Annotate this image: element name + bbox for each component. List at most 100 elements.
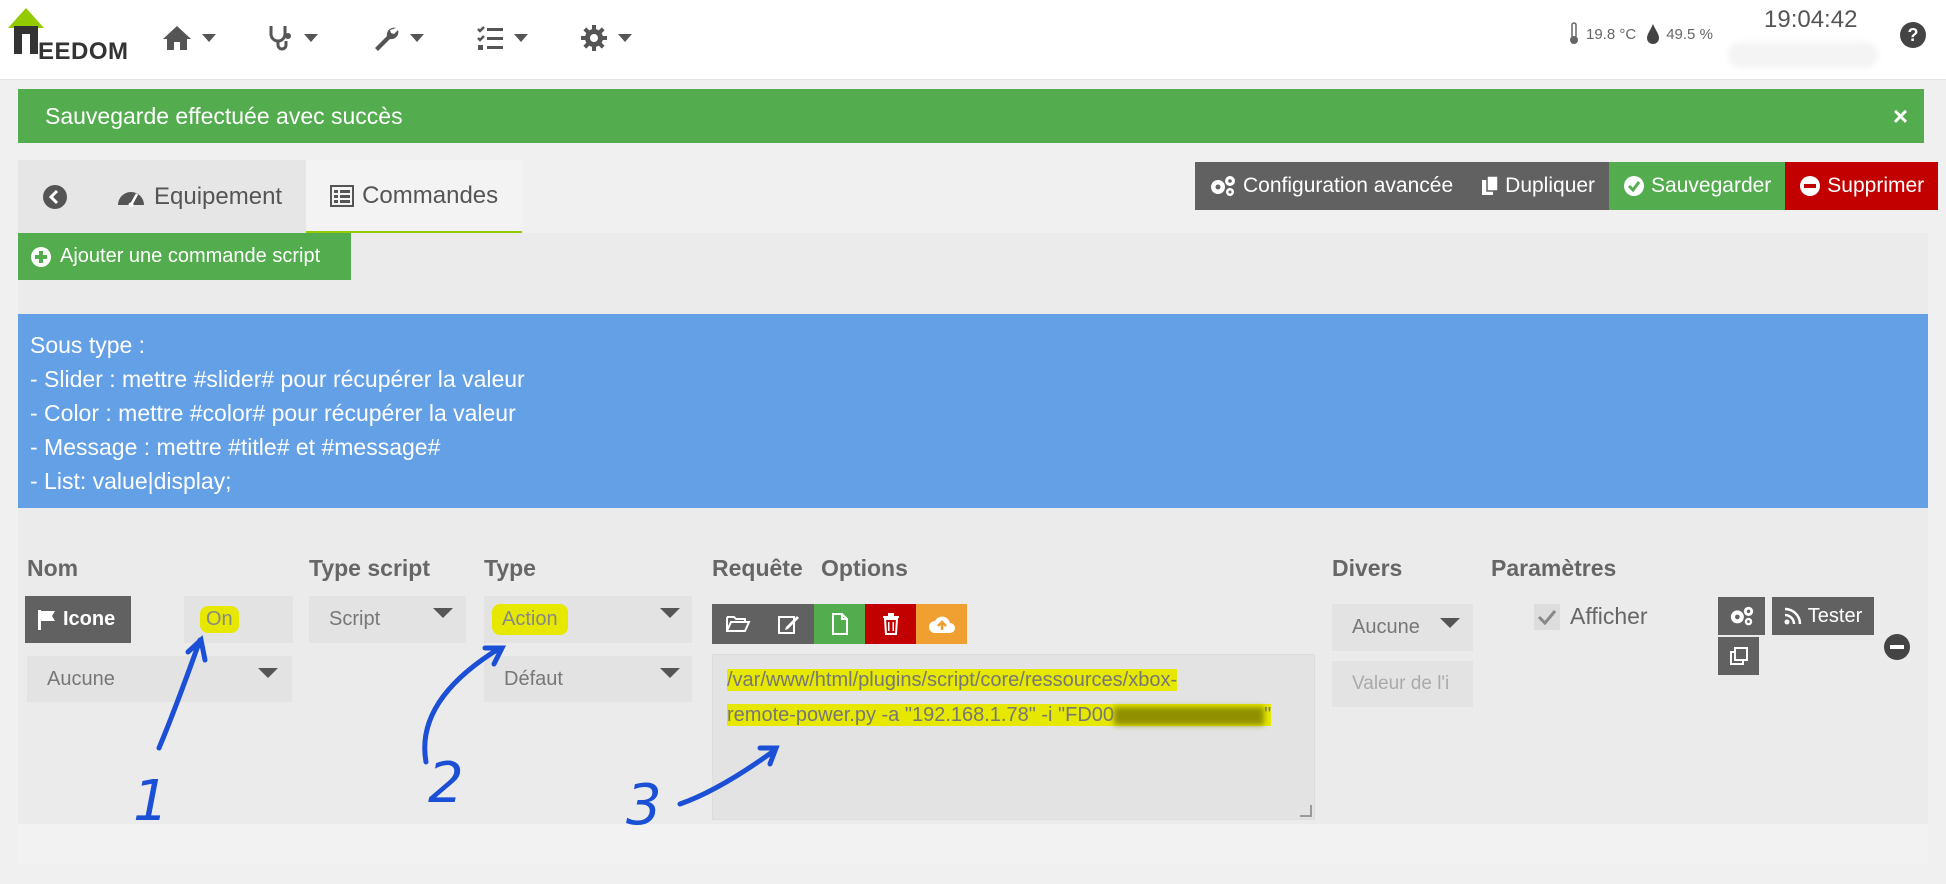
blurred-user-name <box>1728 42 1878 68</box>
redacted-id <box>1114 706 1265 725</box>
gears-icon <box>1730 606 1753 626</box>
trash-icon <box>882 613 899 635</box>
header-type: Type <box>484 555 536 581</box>
header-options: Options <box>821 555 908 581</box>
open-folder-button[interactable] <box>712 604 763 644</box>
info-line: - Message : mettre #title# et #message# <box>30 434 441 460</box>
divers-select-value: Aucune <box>1352 616 1420 638</box>
back-tab[interactable] <box>18 160 92 233</box>
test-command-label: Tester <box>1807 604 1863 627</box>
afficher-checkbox[interactable] <box>1534 604 1560 630</box>
wrench-icon <box>375 27 399 51</box>
check-icon <box>1537 610 1557 626</box>
request-line-2-end: " <box>1264 704 1272 726</box>
chevron-down-icon <box>660 608 680 618</box>
tab-commandes-label: Commandes <box>362 181 499 209</box>
value-select-text: Aucune <box>47 667 115 690</box>
tools-menu[interactable] <box>372 18 424 58</box>
save-label: Sauvegarder <box>1651 174 1772 197</box>
type-script-value: Script <box>329 608 381 630</box>
type-select[interactable]: Action <box>484 596 692 643</box>
plus-circle-icon <box>31 246 51 267</box>
chevron-down-icon <box>660 668 680 678</box>
choose-icon-button[interactable]: Icone <box>25 596 131 643</box>
header-nom: Nom <box>27 555 79 581</box>
humidity-drop-icon <box>1647 24 1660 44</box>
folder-open-icon <box>725 616 751 632</box>
check-circle-icon <box>1624 176 1645 196</box>
equipment-toolbar: Configuration avancée Dupliquer Sauvegar… <box>1195 162 1939 210</box>
home-menu[interactable] <box>162 18 216 58</box>
value-select[interactable]: Aucune <box>27 656 292 702</box>
test-command-button[interactable]: Tester <box>1772 597 1874 635</box>
save-button[interactable]: Sauvegarder <box>1609 162 1786 210</box>
stethoscope-icon <box>269 26 291 51</box>
weather-widget: 19.8 °C 49.5 % <box>1568 22 1713 46</box>
chevron-down-icon <box>410 34 424 42</box>
info-line: - Color : mettre #color# pour récupérer … <box>30 400 516 426</box>
info-line: - List: value|display; <box>30 468 232 494</box>
settings-menu[interactable] <box>580 18 632 58</box>
chevron-down-icon <box>258 668 278 678</box>
health-menu[interactable] <box>268 18 318 58</box>
cloud-upload-icon <box>928 616 955 633</box>
delete-button[interactable]: Supprimer <box>1785 162 1939 210</box>
subtype-value: Défaut <box>504 667 563 690</box>
back-arrow-icon <box>43 184 67 209</box>
subtype-select[interactable]: Défaut <box>484 656 692 702</box>
command-name-value: On <box>200 606 239 633</box>
afficher-label: Afficher <box>1570 603 1648 629</box>
type-value: Action <box>492 604 568 635</box>
command-name-input[interactable]: On <box>184 596 293 643</box>
add-script-command-button[interactable]: Ajouter une commande script <box>18 233 351 280</box>
resize-grip[interactable] <box>1300 805 1312 817</box>
header-divers: Divers <box>1332 555 1403 581</box>
divers-value-input[interactable]: Valeur de l'i <box>1332 661 1473 707</box>
dashboard-gauge-icon <box>118 191 144 207</box>
duplicate-label: Dupliquer <box>1505 174 1596 197</box>
new-file-icon <box>831 613 848 635</box>
tab-bar: Equipement Commandes <box>18 160 523 233</box>
info-line: - Slider : mettre #slider# pour récupére… <box>30 366 525 392</box>
copy-icon <box>1729 647 1748 665</box>
jeedom-logo[interactable]: EEDOM <box>4 4 134 65</box>
temperature-value: 19.8 °C <box>1586 25 1637 43</box>
gear-icon <box>581 25 607 51</box>
add-script-command-label: Ajouter une commande script <box>60 245 321 267</box>
gears-icon <box>1211 176 1235 196</box>
tab-commandes[interactable]: Commandes <box>306 160 523 233</box>
tasks-menu[interactable] <box>476 18 528 58</box>
tab-equipement-label: Equipement <box>154 182 283 210</box>
rss-icon <box>1784 607 1802 625</box>
advanced-config-button[interactable]: Configuration avancée <box>1195 162 1468 210</box>
help-icon[interactable]: ? <box>1900 22 1926 48</box>
chevron-down-icon <box>514 34 528 42</box>
icon-button-label: Icone <box>63 608 116 630</box>
chevron-down-icon <box>433 608 453 618</box>
type-script-select[interactable]: Script <box>309 596 466 643</box>
duplicate-button[interactable]: Dupliquer <box>1467 162 1610 210</box>
close-icon[interactable]: × <box>1893 101 1908 132</box>
new-file-button[interactable] <box>814 604 865 644</box>
delete-label: Supprimer <box>1827 174 1925 197</box>
chevron-down-icon <box>618 34 632 42</box>
upload-button[interactable] <box>916 604 967 644</box>
minus-circle-icon <box>1800 176 1821 196</box>
humidity-value: 49.5 % <box>1666 25 1713 43</box>
tasks-icon <box>477 26 503 50</box>
tab-equipement[interactable]: Equipement <box>92 160 306 233</box>
request-code: /var/www/html/plugins/script/core/ressou… <box>727 663 1297 733</box>
remove-command-icon[interactable] <box>1884 634 1910 660</box>
edit-script-button[interactable] <box>763 604 814 644</box>
top-navbar: EEDOM 19.8 °C 49.5 % 19:04:42 ? <box>0 0 1946 80</box>
chevron-down-icon <box>304 34 318 42</box>
request-buttons <box>712 604 967 644</box>
command-config-button[interactable] <box>1718 597 1765 635</box>
header-type-script: Type script <box>309 555 430 581</box>
home-icon <box>163 26 191 50</box>
copy-command-button[interactable] <box>1718 637 1759 675</box>
copy-icon <box>1482 175 1499 195</box>
content-footer <box>18 824 1928 864</box>
request-textarea[interactable]: /var/www/html/plugins/script/core/ressou… <box>712 654 1315 820</box>
delete-script-button[interactable] <box>865 604 916 644</box>
